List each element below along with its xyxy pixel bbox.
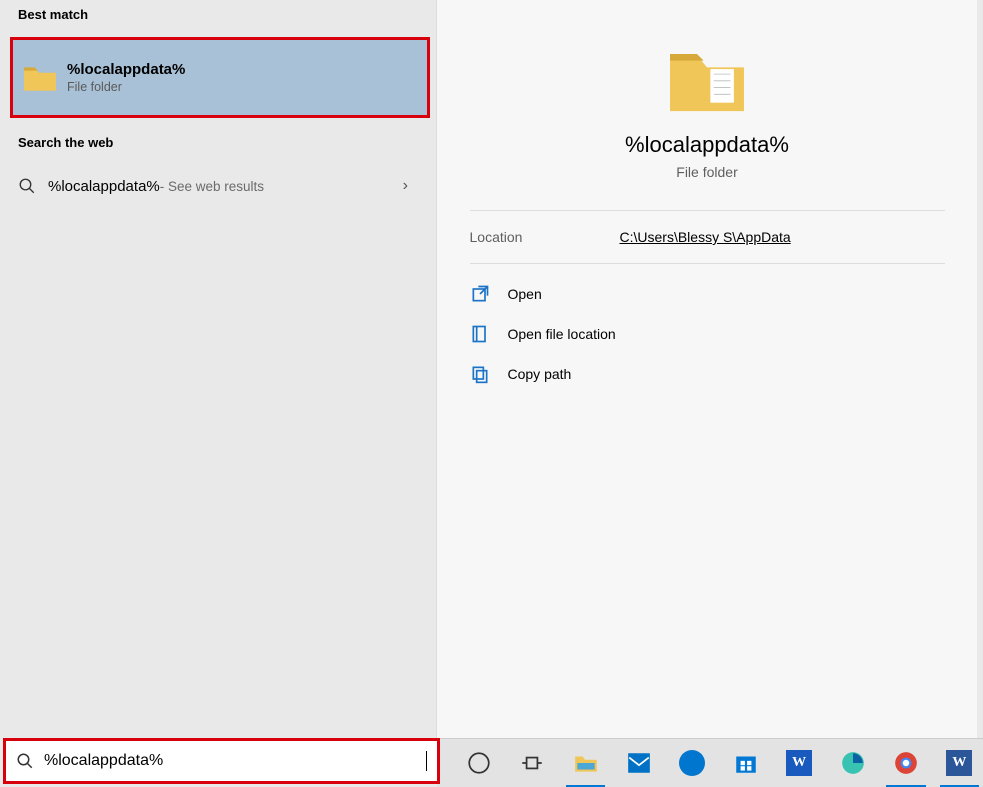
- folder-icon: [23, 63, 57, 93]
- divider: [470, 210, 945, 211]
- chrome-button[interactable]: [882, 743, 929, 783]
- edge-icon: [840, 750, 866, 776]
- open-file-location-action[interactable]: Open file location: [470, 314, 945, 354]
- best-match-result[interactable]: %localappdata% File folder: [13, 40, 427, 115]
- open-location-icon: [470, 324, 490, 344]
- open-location-label: Open file location: [508, 326, 616, 342]
- ms-store-icon: [733, 750, 759, 776]
- copy-path-icon: [470, 364, 490, 384]
- preview-header: %localappdata% File folder: [437, 0, 977, 180]
- open-icon: [470, 284, 490, 304]
- web-results-header: Search the web: [0, 128, 436, 157]
- location-label: Location: [470, 229, 620, 245]
- folder-icon: [665, 38, 749, 122]
- web-result-suffix: - See web results: [160, 179, 264, 194]
- web-result-item[interactable]: %localappdata% - See web results ›: [0, 161, 436, 211]
- web-result-title: %localappdata%: [48, 178, 160, 195]
- taskbar: W W: [437, 738, 983, 787]
- preview-subtitle: File folder: [676, 164, 737, 180]
- copy-path-label: Copy path: [508, 366, 572, 382]
- preview-title: %localappdata%: [625, 132, 789, 158]
- chevron-right-icon: ›: [403, 177, 418, 195]
- taskview-button[interactable]: [508, 743, 555, 783]
- location-path-link[interactable]: C:\Users\Blessy S\AppData: [620, 229, 791, 245]
- search-icon: [18, 177, 36, 195]
- location-row: Location C:\Users\Blessy S\AppData: [470, 229, 945, 245]
- chrome-icon: [893, 750, 919, 776]
- mail-button[interactable]: [615, 743, 662, 783]
- edge-button[interactable]: [829, 743, 876, 783]
- word-doc-icon: W: [946, 750, 972, 776]
- open-action[interactable]: Open: [470, 274, 945, 314]
- best-match-title: %localappdata%: [67, 61, 185, 78]
- file-explorer-icon: [573, 750, 599, 776]
- mail-icon: [626, 750, 652, 776]
- best-match-subtitle: File folder: [67, 80, 185, 94]
- taskview-icon: [519, 750, 545, 776]
- search-results-column: Best match %localappdata% File folder Se…: [0, 0, 437, 738]
- cortana-button[interactable]: [455, 743, 502, 783]
- file-explorer-button[interactable]: [562, 743, 609, 783]
- search-input[interactable]: [44, 752, 426, 770]
- windows-search-panel: Best match %localappdata% File folder Se…: [0, 0, 983, 787]
- word-document-button[interactable]: W: [936, 743, 983, 783]
- best-match-header: Best match: [0, 0, 436, 29]
- dell-icon: [679, 750, 705, 776]
- windows-search-box[interactable]: [6, 741, 437, 781]
- ms-word-icon: W: [786, 750, 812, 776]
- text-caret: [426, 751, 427, 771]
- dell-app-button[interactable]: [669, 743, 716, 783]
- open-action-label: Open: [508, 286, 542, 302]
- cortana-icon: [466, 750, 492, 776]
- ms-store-button[interactable]: [722, 743, 769, 783]
- best-match-texts: %localappdata% File folder: [67, 61, 185, 94]
- search-icon: [16, 752, 34, 770]
- preview-actions: Open Open file location Copy path: [470, 264, 945, 394]
- web-results-section: Search the web %localappdata% - See web …: [0, 128, 436, 211]
- result-preview-panel: %localappdata% File folder Location C:\U…: [437, 0, 977, 738]
- ms-word-button[interactable]: W: [775, 743, 822, 783]
- copy-path-action[interactable]: Copy path: [470, 354, 945, 394]
